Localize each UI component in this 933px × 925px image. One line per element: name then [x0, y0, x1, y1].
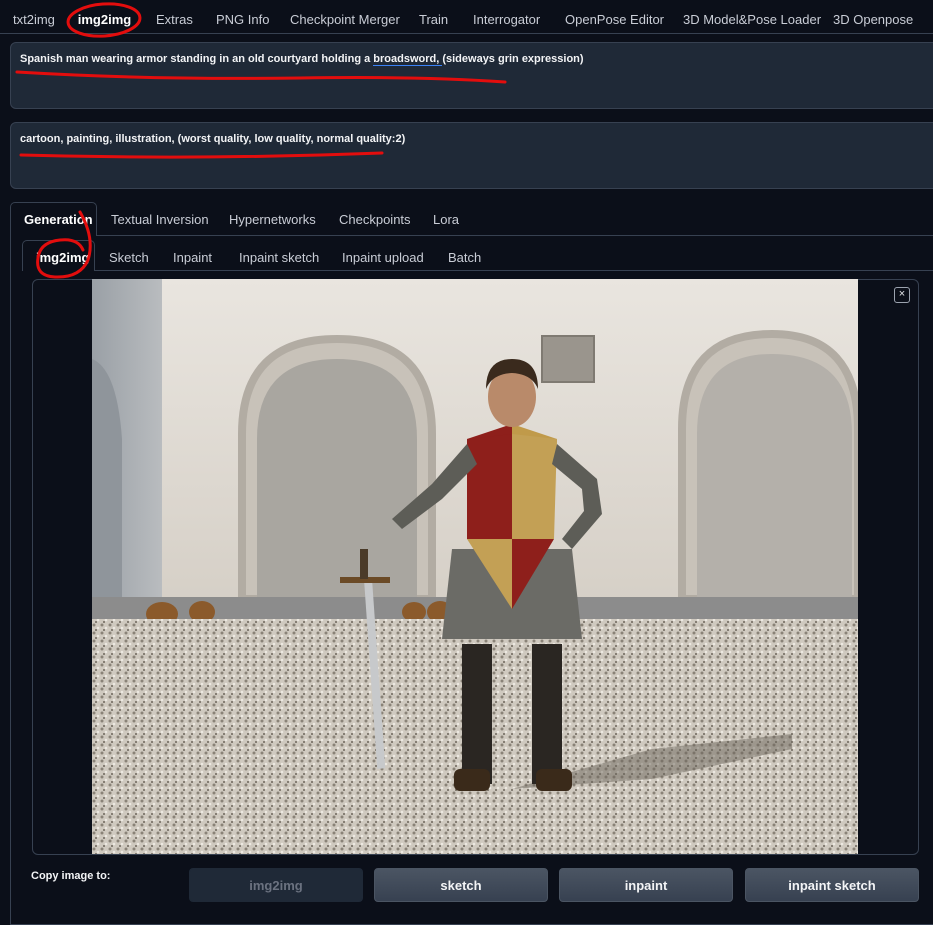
tab-openpose-editor[interactable]: OpenPose Editor [565, 0, 664, 40]
tab-batch[interactable]: Batch [448, 250, 481, 265]
tab-sketch[interactable]: Sketch [109, 250, 149, 265]
tab-train[interactable]: Train [419, 0, 448, 40]
source-image [92, 279, 858, 854]
negative-prompt-text: cartoon, painting, illustration, (worst … [20, 133, 406, 145]
copy-to-sketch-button[interactable]: sketch [374, 868, 548, 902]
copy-to-img2img-button[interactable]: img2img [189, 868, 363, 902]
prompt-text-start: Spanish man wearing armor standing in an… [20, 53, 374, 65]
tab-3d-model-pose-loader[interactable]: 3D Model&Pose Loader [683, 0, 821, 40]
tab-3d-openpose[interactable]: 3D Openpose [833, 0, 913, 40]
prompt-text-end: (sideways grin expression) [442, 53, 584, 65]
image-clear-button[interactable]: × [894, 287, 910, 303]
tab-interrogator[interactable]: Interrogator [473, 0, 540, 40]
copy-to-inpaint-button[interactable]: inpaint [559, 868, 733, 902]
tab-inpaint-upload[interactable]: Inpaint upload [342, 250, 424, 265]
copy-to-inpaint-sketch-button[interactable]: inpaint sketch [745, 868, 919, 902]
tab-hypernetworks[interactable]: Hypernetworks [229, 212, 316, 227]
negative-prompt-input[interactable]: cartoon, painting, illustration, (worst … [10, 122, 933, 189]
tab-textual-inversion[interactable]: Textual Inversion [111, 212, 209, 227]
tab-divider [0, 33, 933, 34]
prompt-spellcheck-word: broadsword, [373, 53, 443, 66]
mode-tab-divider [95, 270, 933, 271]
tab-png-info[interactable]: PNG Info [216, 0, 269, 40]
prompt-input[interactable]: Spanish man wearing armor standing in an… [10, 42, 933, 109]
tab-extras[interactable]: Extras [156, 0, 193, 40]
tab-inpaint-sketch[interactable]: Inpaint sketch [239, 250, 319, 265]
tab-generation[interactable]: Generation [24, 212, 93, 227]
tab-checkpoint-merger[interactable]: Checkpoint Merger [290, 0, 400, 40]
tab-txt2img[interactable]: txt2img [13, 0, 55, 40]
tab-checkpoints[interactable]: Checkpoints [339, 212, 411, 227]
tab-img2img[interactable]: img2img [67, 0, 142, 40]
tab-mode-img2img[interactable]: img2img [36, 250, 89, 265]
prompt-text: Spanish man wearing armor standing in an… [20, 53, 584, 66]
close-icon: × [898, 288, 906, 300]
tab-lora[interactable]: Lora [433, 212, 459, 227]
tab-inpaint[interactable]: Inpaint [173, 250, 212, 265]
copy-image-label: Copy image to: [31, 870, 111, 882]
